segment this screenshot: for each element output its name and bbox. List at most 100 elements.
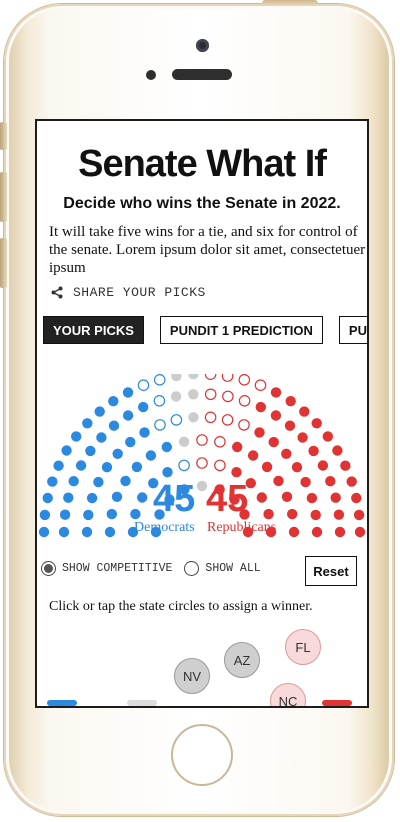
seat-dem-solid	[112, 448, 123, 459]
seat-rep-solid	[322, 431, 333, 442]
seat-dem-lean	[137, 379, 150, 391]
seat-rep-lean	[221, 374, 234, 382]
seat-rep-lean	[238, 374, 251, 386]
seat-rep-solid	[256, 492, 267, 503]
seat-dem-solid	[71, 431, 82, 442]
seat-dem-solid	[145, 450, 157, 461]
seat-rep-lean	[214, 436, 226, 448]
seat-dem-lean	[178, 459, 190, 472]
seat-rep-solid	[300, 476, 311, 488]
seat-rep-solid	[354, 526, 366, 538]
proximity-sensor	[146, 70, 156, 80]
seat-rep-solid	[281, 491, 293, 502]
seat-dem-solid	[94, 406, 105, 417]
share-link[interactable]: SHARE YOUR PICKS	[51, 285, 206, 300]
seat-tossup-solid	[188, 389, 199, 400]
dem-label: Democrats	[134, 520, 195, 535]
tab-your-picks[interactable]: YOUR PICKS	[43, 316, 144, 344]
home-button[interactable]	[171, 724, 233, 786]
seat-dem-solid	[139, 427, 150, 438]
seat-rep-solid	[284, 420, 296, 431]
seat-rep-solid	[255, 401, 266, 413]
seat-rep-solid	[263, 508, 274, 520]
seat-dem-solid	[131, 461, 143, 473]
state-circle-nv[interactable]: NV	[174, 658, 210, 694]
tab-pundit-2[interactable]: PUNDIT	[338, 316, 367, 344]
seat-dem-solid	[108, 420, 120, 431]
earpiece-speaker	[172, 69, 232, 80]
option-all-label: SHOW ALL	[205, 562, 261, 575]
option-show-all[interactable]: SHOW ALL	[184, 561, 261, 576]
state-circle-az[interactable]: AZ	[224, 642, 260, 678]
seat-dem-solid	[59, 509, 71, 520]
intro-text: It will take five wins for a tie, and si…	[49, 224, 366, 276]
seat-dem-solid	[93, 476, 104, 488]
seat-dem-solid	[38, 526, 50, 538]
radio-unselected-icon	[184, 561, 200, 576]
seat-rep-solid	[308, 445, 319, 457]
bottom-state-strip	[47, 700, 352, 706]
seat-dem-solid	[130, 508, 141, 520]
seat-rep-solid	[306, 492, 318, 504]
rep-seat-count: 45	[206, 478, 249, 520]
seat-dem-solid	[104, 526, 116, 538]
seat-rep-solid	[291, 462, 303, 473]
seat-dem-solid	[106, 508, 118, 520]
seat-dem-solid	[137, 492, 148, 503]
seat-rep-solid	[311, 418, 322, 429]
seat-rep-solid	[299, 406, 310, 417]
seat-tossup-solid	[171, 374, 182, 382]
seat-dem-solid	[39, 509, 51, 521]
rep-label: Republicans	[207, 520, 277, 535]
seat-rep-solid	[297, 432, 308, 443]
seat-dem-solid	[138, 401, 149, 413]
seat-rep-solid	[332, 445, 343, 456]
seat-tossup-solid	[188, 374, 199, 380]
page-subtitle: Decide who wins the Senate in 2022.	[63, 195, 341, 212]
seat-rep-solid	[288, 526, 300, 538]
seat-rep-solid	[231, 467, 242, 478]
seat-rep-lean	[238, 419, 250, 431]
seat-rep-solid	[351, 492, 362, 504]
seat-dem-solid	[53, 460, 64, 471]
seat-rep-lean	[238, 394, 251, 407]
seat-dem-solid	[108, 396, 119, 407]
seat-rep-lean	[196, 457, 208, 469]
filter-options: SHOW COMPETITIVE SHOW ALL	[41, 561, 273, 576]
seat-rep-lean	[204, 411, 217, 424]
option-show-competitive[interactable]: SHOW COMPETITIVE	[41, 561, 172, 576]
seat-rep-lean	[204, 388, 217, 401]
share-icon	[51, 286, 63, 299]
seat-dem-solid	[81, 526, 93, 538]
state-circle-fl[interactable]: FL	[285, 629, 321, 665]
seat-tossup-solid	[178, 436, 190, 447]
seat-rep-solid	[247, 450, 259, 461]
seat-dem-solid	[120, 475, 131, 487]
tab-bar: YOUR PICKS PUNDIT 1 PREDICTION PUNDIT	[43, 316, 367, 344]
seat-dem-solid	[61, 445, 72, 456]
seat-dem-solid	[101, 462, 113, 473]
seat-dem-solid	[122, 410, 134, 421]
reset-button[interactable]: Reset	[305, 556, 357, 586]
seat-rep-solid	[353, 509, 365, 521]
seat-rep-solid	[285, 396, 296, 407]
seat-rep-lean	[221, 414, 234, 426]
seat-rep-solid	[254, 427, 265, 438]
seat-tossup-solid	[170, 391, 182, 402]
seat-rep-solid	[325, 476, 336, 487]
volume-down-button	[0, 238, 7, 288]
seat-dem-lean	[153, 394, 166, 407]
seat-rep-solid	[330, 492, 341, 503]
seat-dem-solid	[42, 492, 53, 504]
senate-hemicycle	[38, 374, 366, 538]
seat-rep-solid	[270, 387, 282, 398]
seat-dem-solid	[75, 460, 87, 471]
volume-up-button	[0, 172, 7, 222]
tab-pundit-1-prediction[interactable]: PUNDIT 1 PREDICTION	[159, 316, 323, 344]
seat-dem-solid	[86, 492, 98, 504]
seat-dem-solid	[83, 509, 94, 521]
radio-selected-icon	[41, 561, 56, 576]
seat-rep-solid	[334, 526, 346, 538]
page-title: Senate What If	[78, 143, 327, 185]
seat-dem-solid	[111, 491, 123, 502]
